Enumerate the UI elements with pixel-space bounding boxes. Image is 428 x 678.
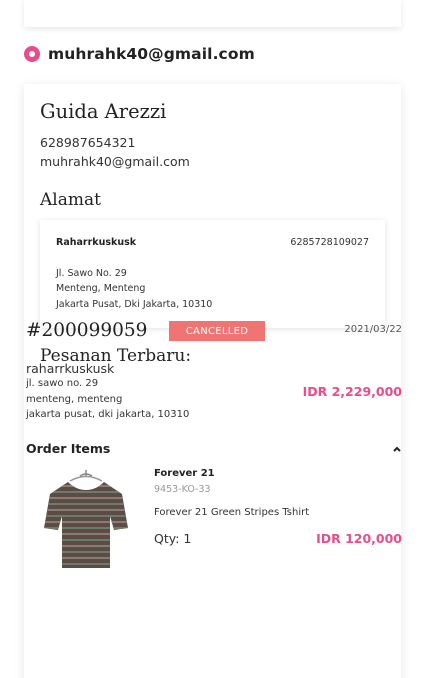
item-brand: Forever 21 <box>154 468 215 479</box>
account-email-row[interactable]: muhrahk40@gmail.com <box>24 45 255 63</box>
customer-phone: 628987654321 <box>40 135 136 150</box>
address-line: Menteng, Menteng <box>56 283 146 294</box>
item-sku: 9453-KO-33 <box>154 484 211 495</box>
customer-name: Guida Arezzi <box>40 100 167 123</box>
order-number: #200099059 <box>26 320 148 341</box>
shipping-name: raharrkuskusk <box>26 361 115 376</box>
address-card[interactable]: Raharrkuskusk 6285728109027 Jl. Sawo No.… <box>40 220 385 328</box>
shipping-line: jakarta pusat, dki jakarta, 10310 <box>26 409 190 420</box>
product-image[interactable] <box>40 468 132 572</box>
chevron-up-icon[interactable] <box>392 445 402 453</box>
order-total: IDR 2,229,000 <box>302 384 402 399</box>
status-badge: CANCELLED <box>169 321 265 341</box>
order-items-toggle[interactable]: Order Items <box>26 441 110 456</box>
shipping-line: jl. sawo no. 29 <box>26 378 99 389</box>
item-quantity: Qty: 1 <box>154 531 192 546</box>
shipping-line: menteng, menteng <box>26 394 123 405</box>
address-heading: Alamat <box>40 190 101 210</box>
customer-email: muhrahk40@gmail.com <box>40 154 190 169</box>
radio-selected-icon[interactable] <box>24 46 40 62</box>
item-price: IDR 120,000 <box>316 531 402 546</box>
previous-card <box>24 0 401 27</box>
order-date: 2021/03/22 <box>344 324 402 335</box>
address-recipient: Raharrkuskusk <box>56 237 137 248</box>
address-line: Jl. Sawo No. 29 <box>56 268 127 279</box>
address-phone: 6285728109027 <box>290 237 369 248</box>
address-line: Jakarta Pusat, Dki Jakarta, 10310 <box>56 299 213 310</box>
account-email: muhrahk40@gmail.com <box>48 45 255 63</box>
item-name[interactable]: Forever 21 Green Stripes Tshirt <box>154 507 309 518</box>
